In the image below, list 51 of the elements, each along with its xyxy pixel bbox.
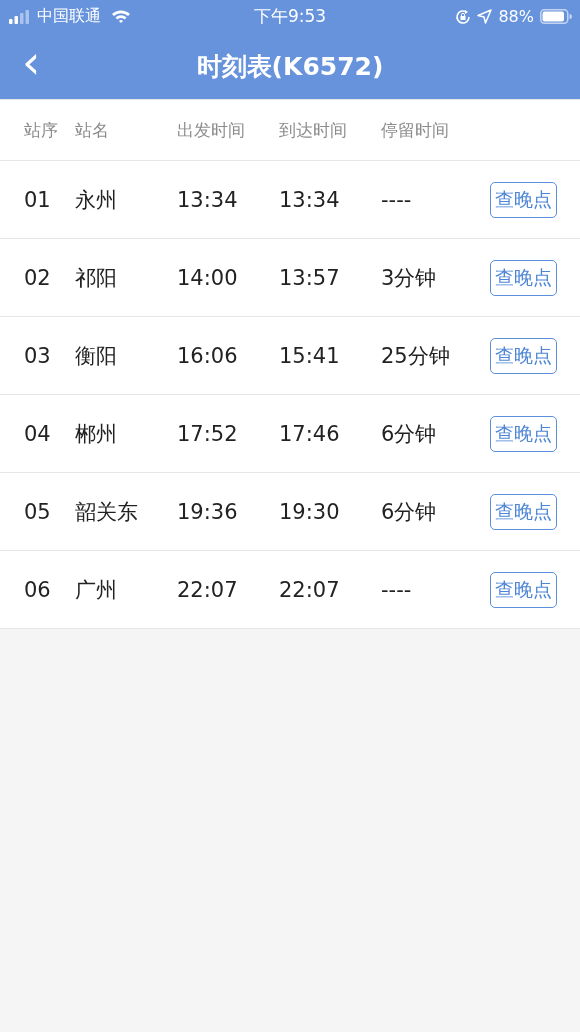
check-delay-button[interactable]: 查晚点 xyxy=(490,337,557,374)
table-cell-text: 韶关东 xyxy=(75,498,139,526)
table-cell-text: 16:06 xyxy=(177,343,239,368)
table-cell-text: 06 xyxy=(24,577,52,602)
table-cell-text: 13:34 xyxy=(177,187,239,212)
check-delay-button[interactable]: 查晚点 xyxy=(490,259,557,296)
check-delay-button[interactable]: 查晚点 xyxy=(490,571,557,608)
table-cell-text: 13:34 xyxy=(279,187,341,212)
table-cell-text: 22:07 xyxy=(279,577,341,602)
back-button[interactable]: ‹ xyxy=(22,39,41,93)
table-cell-text: 19:36 xyxy=(177,499,239,524)
location-icon xyxy=(477,9,493,24)
table-cell-text: 广州 xyxy=(75,576,118,604)
table-cell-text: 03 xyxy=(24,343,52,368)
carrier-name: 中国联通 xyxy=(37,6,101,27)
signal-icon xyxy=(9,9,31,24)
wifi-icon xyxy=(111,9,131,24)
table-cell-text: 04 xyxy=(24,421,52,446)
table-cell-text: 永州 xyxy=(75,186,118,214)
column-header: 停留时间 xyxy=(381,118,450,142)
status-time: 下午9:53 xyxy=(253,5,327,28)
check-delay-button[interactable]: 查晚点 xyxy=(490,181,557,218)
battery-icon xyxy=(540,9,572,24)
table-cell-text: ---- xyxy=(381,577,413,602)
table-cell-text: 6分钟 xyxy=(381,498,438,526)
table-cell-text: 19:30 xyxy=(279,499,341,524)
table-cell-text: ---- xyxy=(381,187,413,212)
table-cell-text: 祁阳 xyxy=(75,264,118,292)
table-cell-text: 17:46 xyxy=(279,421,341,446)
rotation-lock-icon xyxy=(455,8,472,25)
column-header: 站名 xyxy=(75,118,110,142)
table-cell-text: 05 xyxy=(24,499,52,524)
table-cell-text: 13:57 xyxy=(279,265,341,290)
battery-percent: 88% xyxy=(498,7,534,26)
page-title: 时刻表(K6572) xyxy=(196,50,384,83)
table-cell-text: 郴州 xyxy=(75,420,118,448)
column-header: 站序 xyxy=(24,118,59,142)
table-cell-text: 22:07 xyxy=(177,577,239,602)
table-cell-text: 17:52 xyxy=(177,421,239,446)
column-header: 到达时间 xyxy=(279,118,348,142)
table-cell-text: 01 xyxy=(24,187,52,212)
table-cell-text: 02 xyxy=(24,265,52,290)
table-cell-text: 14:00 xyxy=(177,265,239,290)
table-cell-text: 15:41 xyxy=(279,343,341,368)
table-cell-text: 6分钟 xyxy=(381,420,438,448)
table-cell-text: 25分钟 xyxy=(381,342,451,370)
column-header: 出发时间 xyxy=(177,118,246,142)
check-delay-button[interactable]: 查晚点 xyxy=(490,493,557,530)
table-cell-text: 衡阳 xyxy=(75,342,118,370)
table-cell-text: 3分钟 xyxy=(381,264,438,292)
check-delay-button[interactable]: 查晚点 xyxy=(490,415,557,452)
